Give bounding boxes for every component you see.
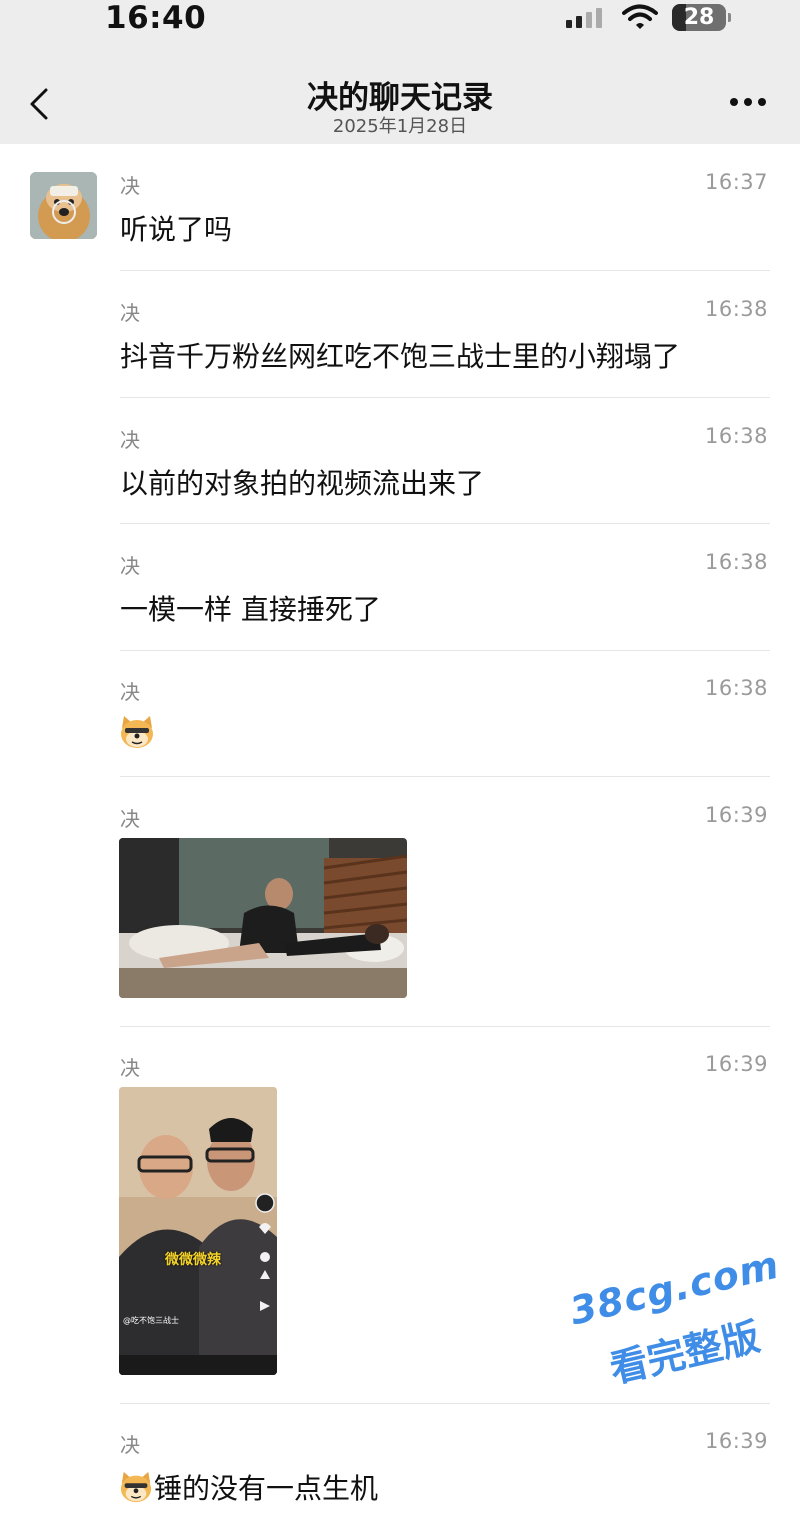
image-message[interactable]: 微微微辣 @吃不饱三战士	[119, 1087, 277, 1375]
battery-level: 28	[683, 5, 715, 30]
sender-name: 决	[120, 301, 140, 325]
message-text[interactable]: 一模一样 直接捶死了	[120, 588, 381, 628]
message-text[interactable]: 抖音千万粉丝网红吃不饱三战士里的小翔塌了	[120, 335, 680, 375]
sender-name: 决	[120, 174, 140, 198]
wifi-icon	[622, 4, 658, 29]
message-item: 决 16:39	[0, 777, 800, 1027]
message-time: 16:38	[704, 550, 768, 574]
battery-icon: 28	[672, 4, 731, 31]
message-item: 决 16:38	[0, 650, 800, 777]
message-time: 16:39	[704, 1052, 768, 1076]
sender-name: 决	[120, 554, 140, 578]
message-text[interactable]: 听说了吗	[120, 208, 232, 248]
message-item: 决 16:39 锤的没有一点生机	[0, 1403, 800, 1526]
doge-emoji-icon	[120, 1471, 152, 1503]
more-options-icon[interactable]	[728, 98, 768, 110]
doge-emoji-icon[interactable]	[118, 714, 156, 750]
signal-icon	[566, 6, 610, 28]
message-item: 决 16:37 听说了吗	[0, 144, 800, 271]
avatar[interactable]	[30, 172, 97, 239]
message-time: 16:37	[704, 170, 768, 194]
message-item: 决 16:38 以前的对象拍的视频流出来了	[0, 398, 800, 525]
video-caption-overlay: 微微微辣	[165, 1252, 221, 1268]
video-screenshot-image	[119, 1087, 277, 1375]
message-text-row[interactable]: 锤的没有一点生机	[120, 1467, 378, 1507]
message-time: 16:39	[704, 1429, 768, 1453]
image-message[interactable]	[119, 838, 407, 998]
message-time: 16:38	[704, 676, 768, 700]
sender-name: 决	[120, 680, 140, 704]
page-subtitle-date: 2025年1月28日	[332, 116, 468, 137]
message-item: 决 16:38 抖音千万粉丝网红吃不饱三战士里的小翔塌了	[0, 271, 800, 398]
status-time: 16:40	[105, 0, 207, 36]
dog-avatar-icon	[30, 172, 97, 239]
page-title: 决的聊天记录	[307, 80, 493, 116]
message-text[interactable]: 以前的对象拍的视频流出来了	[120, 462, 484, 502]
message-time: 16:39	[704, 803, 768, 827]
message-text: 锤的没有一点生机	[154, 1472, 379, 1505]
sender-name: 决	[120, 807, 140, 831]
message-time: 16:38	[704, 424, 768, 448]
message-item: 决 16:38 一模一样 直接捶死了	[0, 524, 800, 651]
video-screenshot-image	[119, 838, 407, 998]
message-time: 16:38	[704, 297, 768, 321]
nav-bar: 决的聊天记录 2025年1月28日	[0, 44, 800, 144]
sender-name: 决	[120, 1433, 140, 1457]
sender-name: 决	[120, 428, 140, 452]
sender-name: 决	[120, 1056, 140, 1080]
video-account-overlay: @吃不饱三战士	[123, 1316, 179, 1325]
status-bar: 16:40 28	[0, 0, 800, 44]
